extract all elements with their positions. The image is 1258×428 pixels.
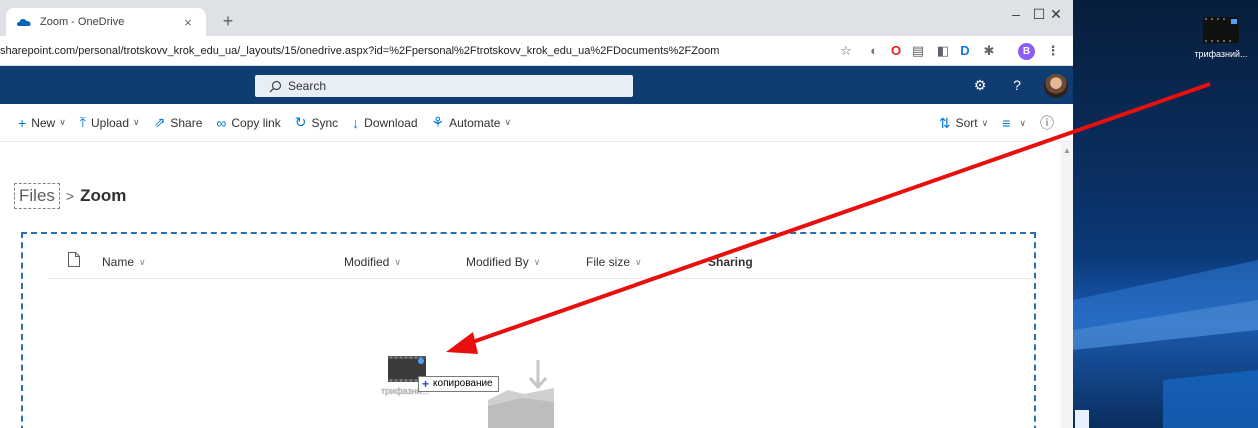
upload-label: Upload (91, 115, 130, 130)
file-type-column-icon[interactable] (68, 252, 80, 267)
download-label: Download (364, 115, 418, 130)
extension-page-icon[interactable]: ▤ (910, 43, 926, 59)
chevron-down-icon: ∨ (1019, 117, 1026, 128)
extension-shield-icon[interactable]: ◐ (866, 43, 882, 59)
info-button[interactable]: ⓘ (1040, 113, 1059, 133)
file-icon (68, 252, 80, 267)
onedrive-suite-bar: Search ⚙ ? (0, 66, 1073, 104)
browser-profile-avatar[interactable]: B (1018, 43, 1035, 60)
link-icon: ∞ (216, 114, 227, 131)
empty-folder-illustration (488, 360, 554, 428)
new-button[interactable]: + New ∨ (18, 115, 66, 131)
info-icon: ⓘ (1040, 115, 1054, 131)
chevron-down-icon: ∨ (504, 117, 512, 127)
tab-title: Zoom - OneDrive (40, 16, 125, 28)
chevron-down-icon: ∨ (533, 256, 541, 267)
extensions-icon[interactable]: ✱ (981, 43, 997, 59)
share-label: Share (170, 115, 203, 130)
chevron-down-icon: ∨ (635, 256, 642, 267)
extension-id-icon[interactable]: D (957, 43, 973, 59)
browser-tab[interactable]: Zoom - OneDrive × (6, 8, 206, 36)
view-list-icon: ≡ (1002, 115, 1011, 131)
bookmark-star-icon[interactable]: ☆ (838, 43, 854, 59)
view-options-button[interactable]: ≡ ∨ (1002, 115, 1026, 131)
breadcrumb: Files > Zoom (14, 183, 126, 209)
scroll-up-arrow-icon[interactable]: ▲ (1061, 146, 1073, 155)
desktop-icon-label: трифазний... (1194, 49, 1248, 59)
breadcrumb-current-folder: Zoom (80, 186, 127, 205)
column-header-modified-label: Modified (344, 255, 390, 269)
plus-icon: + (422, 377, 430, 391)
sort-button[interactable]: ⇅ Sort ∨ (939, 115, 988, 132)
copy-tooltip: + копирование (418, 376, 499, 392)
download-icon: ↓ (352, 114, 360, 131)
extension-puzzle-icon[interactable]: ◧ (935, 43, 951, 59)
download-button[interactable]: ↓ Download (352, 115, 417, 131)
column-header-modified-by-label: Modified By (466, 255, 529, 269)
search-placeholder: Search (288, 79, 327, 93)
sort-label: Sort (955, 116, 978, 130)
chevron-down-icon: ∨ (394, 256, 401, 267)
column-header-name[interactable]: Name ∨ (102, 255, 146, 269)
column-header-modified[interactable]: Modified ∨ (344, 255, 401, 269)
video-file-icon (1203, 17, 1239, 43)
automate-icon: ⚘ (431, 114, 445, 130)
address-bar[interactable]: sharepoint.com/personal/trotskovv_krok_e… (0, 39, 826, 63)
automate-label: Automate (449, 115, 501, 130)
automate-button[interactable]: ⚘ Automate ∨ (432, 114, 512, 131)
user-avatar[interactable] (1044, 74, 1068, 98)
sync-label: Sync (311, 115, 339, 130)
command-bar-right: ⇅ Sort ∨ ≡ ∨ ⓘ (939, 104, 1059, 142)
command-bar: + New ∨ ⤒ Upload ∨ ⇗ Share ∞ Copy link ↻… (0, 104, 1073, 142)
column-header-file-size[interactable]: File size ∨ (586, 255, 642, 269)
settings-gear-icon[interactable]: ⚙ (971, 76, 989, 94)
windows-logo-light-rays (1073, 260, 1258, 428)
column-header-sharing[interactable]: Sharing (708, 255, 753, 269)
help-icon[interactable]: ? (1008, 76, 1026, 94)
sync-icon: ↻ (294, 114, 307, 130)
sync-button[interactable]: ↻ Sync (295, 114, 338, 131)
breadcrumb-files-link[interactable]: Files (14, 183, 60, 209)
breadcrumb-separator: > (65, 188, 75, 204)
new-label: New (31, 115, 56, 130)
onedrive-icon (17, 19, 31, 26)
desktop-wallpaper: трифазний... (1073, 0, 1258, 428)
chevron-down-icon: ∨ (133, 117, 140, 127)
column-header-modified-by[interactable]: Modified By ∨ (466, 255, 540, 269)
search-box[interactable]: Search (255, 75, 633, 97)
column-header-name-label: Name (102, 255, 135, 269)
copy-link-label: Copy link (231, 115, 281, 130)
column-header-sharing-label: Sharing (708, 255, 753, 269)
chevron-down-icon: ∨ (981, 117, 989, 128)
desktop-video-file-icon[interactable]: трифазний... (1191, 17, 1251, 59)
vertical-scrollbar[interactable]: ▲ (1061, 142, 1073, 428)
chevron-down-icon: ∨ (59, 117, 66, 127)
upload-arrow-icon: ⤒ (79, 114, 86, 130)
browser-menu-icon[interactable]: ⋮ (1045, 43, 1061, 59)
plus-icon: + (18, 114, 27, 131)
file-list-header: Name ∨ Modified ∨ Modified By ∨ File siz… (48, 245, 1035, 279)
close-window-button[interactable]: ✕ (1036, 4, 1073, 28)
maximize-button[interactable]: ☐ (1000, 4, 1046, 28)
browser-window: Zoom - OneDrive × + – ☐ ✕ sharepoint.com… (0, 0, 1073, 428)
new-tab-button[interactable]: + (216, 10, 240, 34)
chevron-down-icon: ∨ (139, 256, 146, 267)
copy-link-button[interactable]: ∞ Copy link (216, 115, 280, 131)
upload-button[interactable]: ⤒ Upload ∨ (80, 114, 140, 131)
tab-close-icon[interactable]: × (180, 15, 196, 30)
opera-extension-icon[interactable]: O (888, 43, 904, 59)
copy-tooltip-label: копирование (433, 378, 493, 389)
tab-strip: Zoom - OneDrive × + – ☐ ✕ (0, 0, 1073, 36)
search-icon (269, 80, 282, 92)
share-button[interactable]: ⇗ Share (154, 114, 203, 131)
share-icon: ⇗ (153, 114, 166, 130)
sort-icon: ⇅ (938, 114, 951, 131)
column-header-file-size-label: File size (586, 255, 631, 269)
address-bar-row: sharepoint.com/personal/trotskovv_krok_e… (0, 36, 1073, 66)
